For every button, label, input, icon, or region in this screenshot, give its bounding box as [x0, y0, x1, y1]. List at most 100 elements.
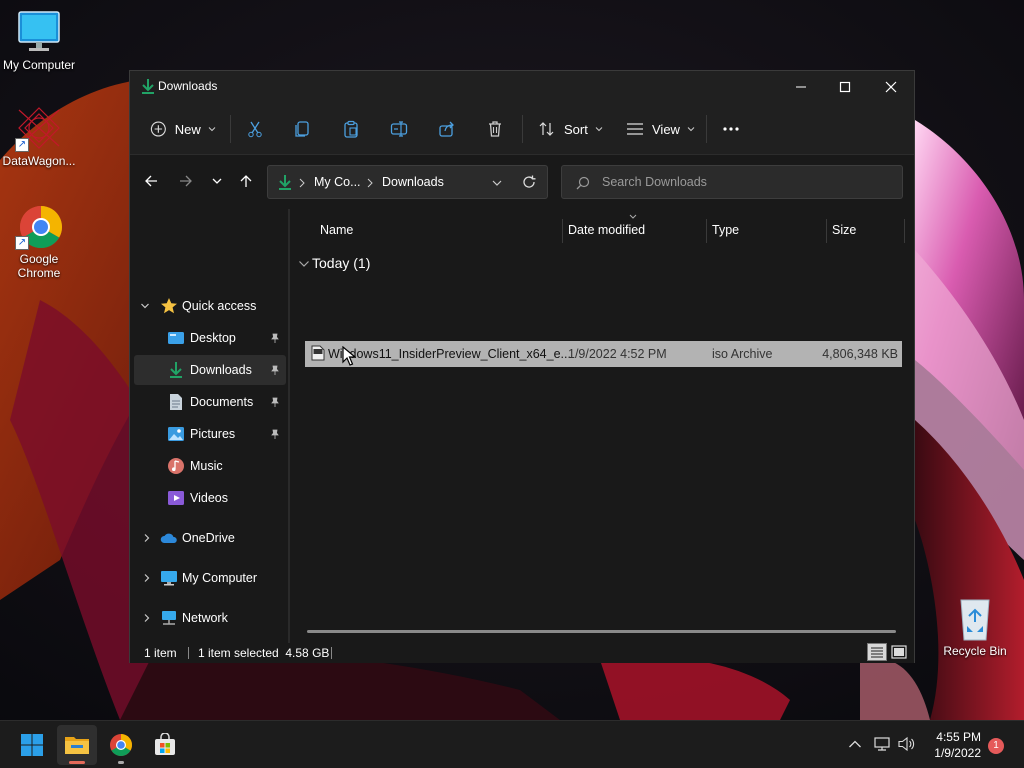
windows-logo-icon [21, 734, 43, 756]
chevron-down-icon[interactable] [491, 177, 503, 189]
status-divider [188, 647, 189, 659]
nav-item-music[interactable]: Music [134, 451, 286, 481]
paste-button[interactable] [342, 113, 360, 145]
shortcut-arrow-icon: ↗ [15, 236, 29, 250]
start-button[interactable] [12, 725, 52, 765]
copy-button[interactable] [294, 113, 312, 145]
column-divider[interactable] [826, 219, 827, 243]
title-bar[interactable]: Downloads [130, 71, 914, 103]
taskbar-google-chrome[interactable] [101, 725, 141, 765]
shortcut-arrow-icon: ↗ [15, 138, 29, 152]
arrow-right-icon [180, 175, 192, 187]
tiles-view-icon [891, 645, 907, 659]
column-header-type[interactable]: Type [712, 217, 739, 243]
column-header-date-modified[interactable]: Date modified [568, 217, 645, 243]
clock[interactable]: 4:55 PM 1/9/2022 [934, 729, 981, 761]
taskbar: 4:55 PM 1/9/2022 1 [0, 720, 1024, 768]
desktop-icon-my-computer[interactable]: My Computer [0, 10, 79, 72]
nav-label: My Computer [182, 571, 258, 585]
rename-button[interactable] [390, 113, 408, 145]
search-icon [576, 176, 590, 190]
column-header-name[interactable]: Name [320, 217, 353, 243]
chevron-up-icon[interactable] [848, 739, 862, 749]
breadcrumb-downloads[interactable]: Downloads [382, 175, 444, 189]
network-status-icon[interactable] [874, 736, 892, 752]
delete-button[interactable] [486, 113, 504, 145]
column-header-size[interactable]: Size [832, 217, 856, 243]
column-divider[interactable] [904, 219, 905, 243]
taskbar-microsoft-store[interactable] [145, 725, 185, 765]
chevron-right-icon [144, 614, 150, 622]
nav-item-my-computer[interactable]: My Computer [134, 563, 286, 593]
forward-button[interactable] [174, 169, 198, 193]
horizontal-scrollbar[interactable] [307, 630, 896, 633]
new-button[interactable]: New [150, 113, 216, 145]
address-bar[interactable]: My Co... Downloads [267, 165, 548, 199]
datawagon-logo-icon: ↗ [15, 106, 63, 152]
iso-file-icon [311, 345, 325, 361]
refresh-icon[interactable] [522, 175, 536, 189]
sort-arrows-icon [539, 122, 554, 136]
desktop-icon-label: Recycle Bin [943, 644, 1007, 658]
up-button[interactable] [234, 169, 258, 193]
nav-item-videos[interactable]: Videos [134, 483, 286, 513]
nav-item-downloads[interactable]: Downloads [134, 355, 286, 385]
volume-icon[interactable] [898, 736, 916, 752]
nav-item-onedrive[interactable]: OneDrive [134, 523, 286, 553]
pin-icon[interactable] [270, 429, 280, 439]
recent-locations-button[interactable] [205, 169, 229, 193]
breadcrumb-my-computer[interactable]: My Co... [314, 175, 361, 189]
nav-label: Desktop [190, 331, 236, 345]
back-button[interactable] [139, 169, 163, 193]
status-selection: 1 item selected 4.58 GB [198, 646, 330, 660]
network-icon [162, 611, 176, 625]
minimize-button[interactable] [778, 71, 824, 103]
pin-icon[interactable] [270, 333, 280, 343]
file-list-pane[interactable]: Name Date modified Type Size Today (1) W… [290, 209, 914, 644]
maximize-button[interactable] [822, 71, 868, 103]
close-button[interactable] [868, 71, 914, 103]
pin-icon[interactable] [270, 365, 280, 375]
details-view-button[interactable] [867, 643, 887, 661]
chevron-right-icon [144, 574, 150, 582]
plus-circle-icon [150, 121, 166, 137]
column-divider[interactable] [562, 219, 563, 243]
nav-item-documents[interactable]: Documents [134, 387, 286, 417]
status-bar: 1 item 1 item selected 4.58 GB [130, 643, 914, 663]
taskbar-file-explorer[interactable] [57, 725, 97, 765]
view-button[interactable]: View [626, 113, 696, 145]
nav-quick-access[interactable]: Quick access [134, 291, 286, 321]
desktop-icon-datawagon[interactable]: ↗ DataWagon... [0, 106, 79, 168]
chevron-down-icon [208, 127, 216, 132]
nav-item-pictures[interactable]: Pictures [134, 419, 286, 449]
nav-item-network[interactable]: Network [134, 603, 286, 633]
command-separator [706, 115, 707, 143]
sort-button[interactable]: Sort [538, 113, 604, 145]
chevron-down-icon [299, 261, 309, 267]
nav-label: Quick access [182, 299, 257, 313]
minimize-icon [796, 86, 806, 88]
chevron-down-icon [687, 127, 695, 132]
file-explorer-window[interactable]: Downloads New Sort View My Co... Downloa… [129, 70, 915, 663]
monitor-icon [15, 10, 63, 56]
running-app-indicator [118, 761, 124, 764]
pin-icon[interactable] [270, 397, 280, 407]
scissors-icon [248, 121, 262, 138]
details-view-icon [871, 647, 883, 658]
command-separator [522, 115, 523, 143]
search-box[interactable]: Search Downloads [561, 165, 903, 199]
mouse-cursor-icon [342, 346, 356, 366]
cut-button[interactable] [246, 113, 264, 145]
sort-label: Sort [564, 121, 588, 137]
monitor-icon [161, 571, 177, 586]
notification-badge[interactable]: 1 [988, 738, 1004, 754]
column-divider[interactable] [706, 219, 707, 243]
file-row[interactable]: Windows11_InsiderPreview_Client_x64_e...… [305, 341, 902, 367]
share-button[interactable] [438, 113, 456, 145]
more-options-button[interactable] [722, 113, 740, 145]
desktop-icon-google-chrome[interactable]: ↗ Google Chrome [0, 204, 79, 280]
tiles-view-button[interactable] [890, 643, 908, 661]
chevron-right-icon [299, 178, 305, 188]
desktop-icon-recycle-bin[interactable]: Recycle Bin [935, 596, 1015, 658]
nav-item-desktop[interactable]: Desktop [134, 323, 286, 353]
